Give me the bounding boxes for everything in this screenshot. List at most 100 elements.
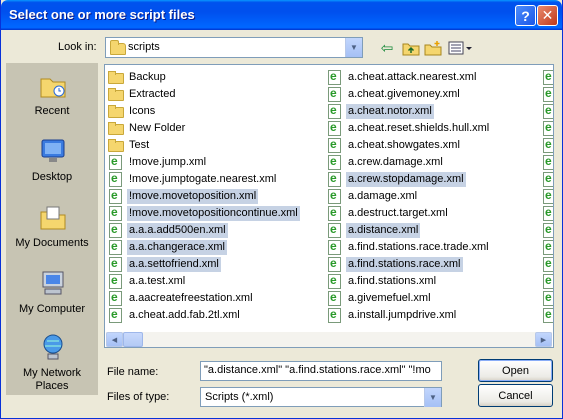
xml-file-icon: [108, 171, 124, 188]
xml-file-icon: [543, 138, 553, 153]
file-name: a.a.settofriend.xml: [127, 257, 221, 272]
file-name: a.crew.damage.xml: [348, 156, 443, 168]
chevron-down-icon[interactable]: ▼: [424, 388, 441, 407]
file-row[interactable]: a.givemefuel.xml: [327, 290, 433, 307]
file-name: a.install.jumpdrive.xml: [348, 309, 457, 321]
open-button[interactable]: Open: [478, 359, 553, 382]
horizontal-scrollbar[interactable]: ◀ ▶: [106, 332, 552, 347]
file-row[interactable]: a.install.jumpdrive.xml: [327, 307, 458, 324]
look-in-value: scripts: [128, 41, 160, 53]
new-folder-icon[interactable]: [423, 38, 443, 58]
file-row[interactable]: a.cheat.notor.xml: [327, 103, 434, 120]
file-row[interactable]: New Folder: [108, 120, 187, 137]
file-row[interactable]: a.a.settofriend.xml: [108, 256, 221, 273]
file-row[interactable]: a.aacreatefreestation.xml: [108, 290, 255, 307]
folder-icon: [110, 40, 126, 55]
file-row[interactable]: a.cheat.givemoney.xml: [327, 86, 462, 103]
files-of-type-combo[interactable]: Scripts (*.xml) ▼: [200, 387, 442, 407]
file-name-label: File name:: [107, 366, 159, 378]
file-row[interactable]: Test: [108, 137, 151, 154]
file-row[interactable]: a.find.stations.race.trade.xml: [327, 239, 491, 256]
xml-file-icon: [327, 205, 343, 222]
files-of-type-value: Scripts (*.xml): [205, 391, 274, 403]
file-row[interactable]: a.a.changerace.xml: [108, 239, 227, 256]
folder-icon: [108, 138, 124, 154]
scroll-left-icon[interactable]: ◀: [106, 332, 123, 347]
xml-file-icon: [108, 205, 124, 222]
file-row[interactable]: Extracted: [108, 86, 177, 103]
scrollbar-thumb[interactable]: [123, 332, 143, 347]
xml-file-icon: [543, 172, 553, 187]
xml-file-icon: [327, 256, 343, 273]
place-my-computer[interactable]: My Computer: [6, 265, 98, 327]
xml-file-icon: [543, 155, 553, 170]
file-row[interactable]: !move.movetoposition.xml: [108, 188, 259, 205]
up-folder-icon[interactable]: [401, 38, 421, 58]
look-in-label: Look in:: [58, 41, 97, 53]
file-row[interactable]: Icons: [108, 103, 157, 120]
place-recent[interactable]: Recent: [6, 67, 98, 129]
file-row[interactable]: !move.jumptogate.nearest.xml: [108, 171, 278, 188]
recent-icon: [39, 71, 67, 99]
scroll-right-icon[interactable]: ▶: [535, 332, 552, 347]
file-row[interactable]: a.a.test.xml: [108, 273, 187, 290]
close-button[interactable]: ✕: [537, 5, 558, 26]
xml-file-icon: [327, 120, 343, 137]
file-name: a.distance.xml: [346, 223, 421, 238]
file-row[interactable]: a.cheat.reset.shields.hull.xml: [327, 120, 491, 137]
xml-file-icon: [327, 188, 343, 205]
window-title: Select one or more script files: [9, 7, 195, 22]
file-name: a.find.stations.xml: [348, 275, 437, 287]
xml-file-icon: [543, 291, 553, 306]
file-row[interactable]: Backup: [108, 69, 168, 86]
xml-file-icon: [108, 307, 124, 324]
file-row[interactable]: a.a.a.add500en.xml: [108, 222, 228, 239]
file-name: a.find.stations.race.trade.xml: [348, 241, 489, 253]
file-name: New Folder: [129, 122, 186, 134]
place-network[interactable]: My Network Places: [6, 329, 98, 392]
xml-file-icon: [108, 239, 124, 256]
file-row[interactable]: !move.jump.xml: [108, 154, 208, 171]
cancel-button[interactable]: Cancel: [478, 384, 553, 407]
back-arrow-icon[interactable]: ⇦: [377, 38, 397, 58]
folder-icon: [108, 121, 124, 137]
chevron-down-icon[interactable]: ▼: [345, 38, 362, 57]
file-list[interactable]: Backup Extracted Icons New Folder Test !move.…: [104, 64, 554, 348]
title-bar[interactable]: Select one or more script files ? ✕: [1, 0, 562, 30]
file-name-input[interactable]: "a.distance.xml" "a.find.stations.race.x…: [200, 361, 442, 381]
file-name: a.find.stations.race.xml: [346, 257, 463, 272]
file-name: a.cheat.reset.shields.hull.xml: [348, 122, 490, 134]
file-name: a.cheat.givemoney.xml: [348, 88, 460, 100]
file-row[interactable]: a.cheat.attack.nearest.xml: [327, 69, 478, 86]
network-places-icon: [39, 333, 67, 361]
file-row[interactable]: a.destruct.target.xml: [327, 205, 450, 222]
look-in-combo[interactable]: scripts ▼: [105, 37, 363, 58]
xml-file-icon: [108, 154, 124, 171]
xml-file-icon: [327, 222, 343, 239]
file-name: a.cheat.showgates.xml: [348, 139, 460, 151]
xml-file-icon: [543, 274, 553, 289]
file-name: a.a.changerace.xml: [127, 240, 227, 255]
file-name: Icons: [129, 105, 156, 117]
desktop-icon: [39, 137, 67, 165]
file-row[interactable]: !move.movetopositioncontinue.xml: [108, 205, 300, 222]
place-label: My Computer: [18, 303, 86, 315]
file-row[interactable]: a.cheat.add.fab.2tl.xml: [108, 307, 242, 324]
place-my-documents[interactable]: My Documents: [6, 199, 98, 261]
xml-file-icon: [543, 223, 553, 238]
file-row[interactable]: a.crew.stopdamage.xml: [327, 171, 466, 188]
file-row[interactable]: a.cheat.showgates.xml: [327, 137, 462, 154]
file-row[interactable]: a.crew.damage.xml: [327, 154, 445, 171]
file-name: a.damage.xml: [348, 190, 418, 202]
xml-file-icon: [543, 104, 553, 119]
help-button[interactable]: ?: [515, 5, 536, 26]
xml-file-icon: [327, 103, 343, 120]
place-desktop[interactable]: Desktop: [6, 133, 98, 195]
file-row[interactable]: a.distance.xml: [327, 222, 421, 239]
file-row[interactable]: a.find.stations.xml: [327, 273, 438, 290]
xml-file-icon: [543, 206, 553, 221]
file-row[interactable]: a.damage.xml: [327, 188, 419, 205]
file-row[interactable]: a.find.stations.race.xml: [327, 256, 463, 273]
xml-file-icon: [327, 171, 343, 188]
view-menu-icon[interactable]: [447, 38, 473, 58]
